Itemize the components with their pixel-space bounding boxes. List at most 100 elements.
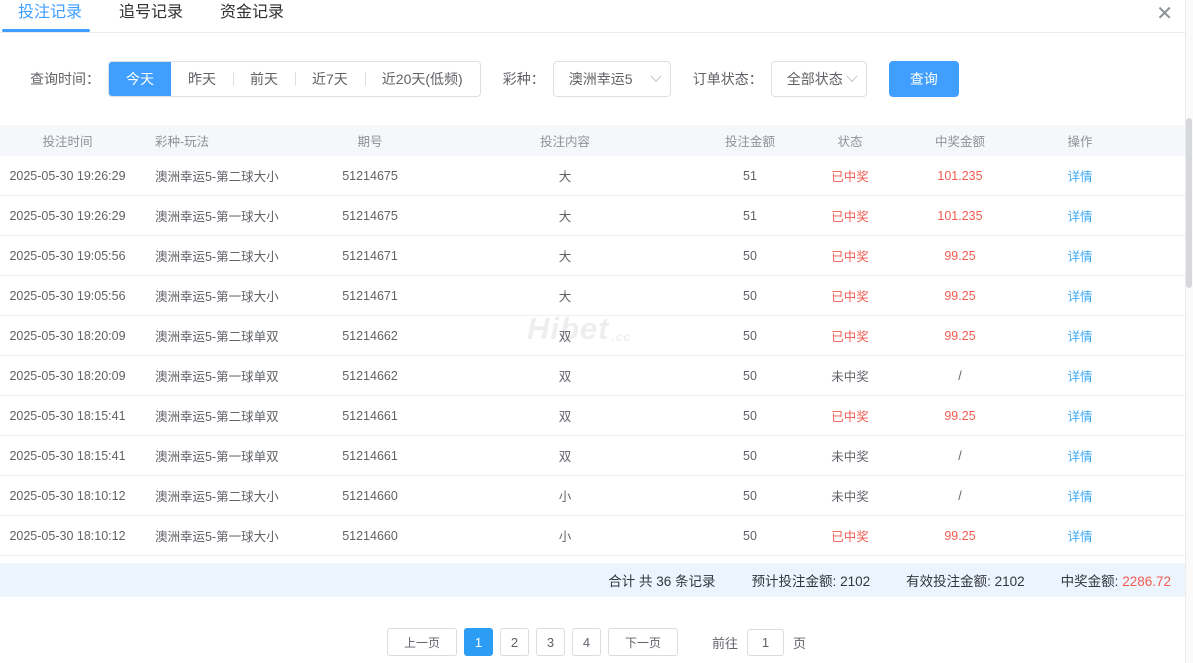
table-row: 2025-05-30 18:15:41澳洲幸运5-第一球单双51214661双5… bbox=[0, 436, 1185, 476]
cell-action: 详情 bbox=[1020, 326, 1140, 345]
cell-game-play: 澳洲幸运5-第二球大小 bbox=[135, 246, 310, 265]
cell-prize-amount: 99.25 bbox=[900, 409, 1020, 423]
time-option-20days[interactable]: 近20天(低频) bbox=[365, 62, 480, 96]
cell-issue-number: 51214675 bbox=[310, 209, 430, 223]
cell-game-play: 澳洲幸运5-第一球单双 bbox=[135, 446, 310, 465]
cell-issue-number: 51214660 bbox=[310, 489, 430, 503]
table-row: 2025-05-30 19:05:56澳洲幸运5-第二球大小51214671大5… bbox=[0, 236, 1185, 276]
detail-link[interactable]: 详情 bbox=[1067, 210, 1092, 224]
time-option-7days[interactable]: 近7天 bbox=[295, 62, 365, 96]
order-status-label: 订单状态： bbox=[693, 69, 763, 89]
cell-game-play: 澳洲幸运5-第二球单双 bbox=[135, 406, 310, 425]
cell-bet-amount: 50 bbox=[700, 289, 800, 303]
cell-prize-amount: 99.25 bbox=[900, 529, 1020, 543]
cell-bet-time: 2025-05-30 18:10:12 bbox=[0, 529, 135, 543]
query-time-label: 查询时间： bbox=[30, 69, 100, 89]
tab-bet-records[interactable]: 投注记录 bbox=[18, 0, 82, 32]
cell-prize-amount: / bbox=[900, 489, 1020, 503]
cell-bet-time: 2025-05-30 18:20:09 bbox=[0, 369, 135, 383]
table-row: 2025-05-30 19:05:56澳洲幸运5-第一球大小51214671大5… bbox=[0, 276, 1185, 316]
cell-action: 详情 bbox=[1020, 446, 1140, 465]
cell-issue-number: 51214671 bbox=[310, 249, 430, 263]
detail-link[interactable]: 详情 bbox=[1067, 490, 1092, 504]
cell-action: 详情 bbox=[1020, 166, 1140, 185]
filter-bar: 查询时间： 今天 昨天 前天 近7天 近20天(低频) 彩种： 澳洲幸运5 订单… bbox=[30, 61, 1193, 97]
summary-prize-value: 2286.72 bbox=[1122, 574, 1171, 589]
tab-bar: 投注记录 追号记录 资金记录 ✕ bbox=[0, 0, 1193, 33]
detail-link[interactable]: 详情 bbox=[1067, 410, 1092, 424]
cell-bet-time: 2025-05-30 18:10:12 bbox=[0, 489, 135, 503]
cell-status: 已中奖 bbox=[800, 166, 900, 185]
cell-bet-amount: 51 bbox=[700, 169, 800, 183]
vertical-scrollbar[interactable] bbox=[1185, 0, 1193, 663]
cell-game-play: 澳洲幸运5-第一球大小 bbox=[135, 286, 310, 305]
summary-total-records: 合计 共 36 条记录 bbox=[608, 570, 715, 590]
cell-bet-amount: 51 bbox=[700, 209, 800, 223]
detail-link[interactable]: 详情 bbox=[1067, 290, 1092, 304]
order-status-select[interactable]: 全部状态 bbox=[771, 61, 867, 97]
cell-status: 已中奖 bbox=[800, 526, 900, 545]
cell-prize-amount: 99.25 bbox=[900, 289, 1020, 303]
table-body: 2025-05-30 19:26:29澳洲幸运5-第二球大小51214675大5… bbox=[0, 156, 1185, 556]
cell-game-play: 澳洲幸运5-第二球大小 bbox=[135, 486, 310, 505]
goto-page-input[interactable] bbox=[747, 629, 784, 656]
lottery-select[interactable]: 澳洲幸运5 bbox=[553, 61, 671, 97]
cell-issue-number: 51214662 bbox=[310, 369, 430, 383]
cell-action: 详情 bbox=[1020, 366, 1140, 385]
page-number-list: 1234 bbox=[457, 628, 601, 656]
page-button-2[interactable]: 2 bbox=[500, 628, 529, 656]
cell-bet-time: 2025-05-30 18:15:41 bbox=[0, 449, 135, 463]
cell-prize-amount: 101.235 bbox=[900, 209, 1020, 223]
page-button-3[interactable]: 3 bbox=[536, 628, 565, 656]
chevron-down-icon bbox=[650, 71, 661, 82]
close-icon[interactable]: ✕ bbox=[1156, 2, 1173, 26]
search-button[interactable]: 查询 bbox=[889, 61, 959, 97]
cell-game-play: 澳洲幸运5-第二球单双 bbox=[135, 326, 310, 345]
tab-chase-records[interactable]: 追号记录 bbox=[119, 0, 183, 32]
cell-status: 未中奖 bbox=[800, 366, 900, 385]
cell-bet-content: 大 bbox=[430, 166, 700, 185]
table-row: 2025-05-30 18:10:12澳洲幸运5-第一球大小51214660小5… bbox=[0, 516, 1185, 556]
cell-action: 详情 bbox=[1020, 486, 1140, 505]
prev-page-button[interactable]: 上一页 bbox=[387, 628, 457, 656]
cell-status: 已中奖 bbox=[800, 406, 900, 425]
time-option-day-before[interactable]: 前天 bbox=[233, 62, 295, 96]
cell-issue-number: 51214660 bbox=[310, 529, 430, 543]
time-range-group: 今天 昨天 前天 近7天 近20天(低频) bbox=[108, 61, 481, 97]
cell-bet-content: 大 bbox=[430, 206, 700, 225]
cell-bet-amount: 50 bbox=[700, 489, 800, 503]
cell-issue-number: 51214675 bbox=[310, 169, 430, 183]
detail-link[interactable]: 详情 bbox=[1067, 450, 1092, 464]
detail-link[interactable]: 详情 bbox=[1067, 370, 1092, 384]
col-bet-time: 投注时间 bbox=[0, 131, 135, 150]
cell-prize-amount: / bbox=[900, 449, 1020, 463]
cell-bet-content: 大 bbox=[430, 246, 700, 265]
summary-prize: 中奖金额: 2286.72 bbox=[1061, 570, 1171, 590]
cell-bet-content: 双 bbox=[430, 406, 700, 425]
time-option-today[interactable]: 今天 bbox=[109, 61, 171, 97]
summary-valid-bet: 有效投注金额: 2102 bbox=[906, 570, 1025, 590]
cell-bet-content: 双 bbox=[430, 326, 700, 345]
cell-game-play: 澳洲幸运5-第二球大小 bbox=[135, 166, 310, 185]
next-page-button[interactable]: 下一页 bbox=[608, 628, 678, 656]
table-row: 2025-05-30 18:20:09澳洲幸运5-第二球单双51214662双5… bbox=[0, 316, 1185, 356]
cell-bet-amount: 50 bbox=[700, 369, 800, 383]
cell-bet-amount: 50 bbox=[700, 529, 800, 543]
detail-link[interactable]: 详情 bbox=[1067, 330, 1092, 344]
col-bet-content: 投注内容 bbox=[430, 131, 700, 150]
page-button-4[interactable]: 4 bbox=[572, 628, 601, 656]
cell-game-play: 澳洲幸运5-第一球大小 bbox=[135, 206, 310, 225]
detail-link[interactable]: 详情 bbox=[1067, 170, 1092, 184]
time-option-yesterday[interactable]: 昨天 bbox=[171, 62, 233, 96]
cell-bet-amount: 50 bbox=[700, 449, 800, 463]
summary-bar: 合计 共 36 条记录 预计投注金额: 2102 有效投注金额: 2102 中奖… bbox=[0, 563, 1185, 597]
scrollbar-thumb[interactable] bbox=[1186, 118, 1192, 288]
tab-fund-records[interactable]: 资金记录 bbox=[220, 0, 284, 32]
page-button-1[interactable]: 1 bbox=[464, 628, 493, 656]
lottery-select-value: 澳洲幸运5 bbox=[569, 69, 633, 89]
cell-prize-amount: 99.25 bbox=[900, 329, 1020, 343]
pagination: 上一页 1234 下一页 前往 页 bbox=[0, 628, 1193, 656]
detail-link[interactable]: 详情 bbox=[1067, 250, 1092, 264]
detail-link[interactable]: 详情 bbox=[1067, 530, 1092, 544]
summary-expected-bet: 预计投注金额: 2102 bbox=[752, 570, 871, 590]
